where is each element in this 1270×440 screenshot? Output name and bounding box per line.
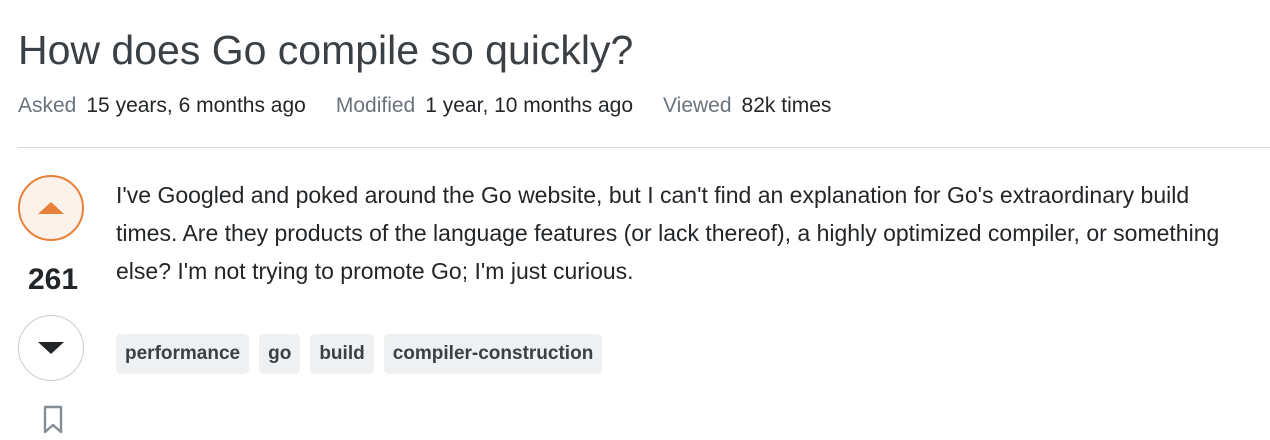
tag-go[interactable]: go	[259, 334, 301, 374]
question-page: How does Go compile so quickly? Asked 15…	[18, 0, 1270, 438]
tag-compiler-construction[interactable]: compiler-construction	[383, 334, 603, 374]
meta-asked: Asked 15 years, 6 months ago	[18, 94, 306, 118]
upvote-button[interactable]	[18, 175, 84, 241]
meta-asked-label: Asked	[18, 94, 77, 117]
tag-build[interactable]: build	[310, 334, 374, 374]
vote-cell: 261	[18, 175, 88, 435]
tag-performance[interactable]: performance	[116, 334, 250, 374]
question-body: I've Googled and poked around the Go web…	[116, 182, 1220, 284]
meta-modified: Modified 1 year, 10 months ago	[336, 94, 633, 118]
caret-up-icon	[38, 202, 64, 214]
meta-asked-value[interactable]: 15 years, 6 months ago	[86, 94, 305, 118]
meta-modified-label: Modified	[335, 94, 416, 117]
meta-viewed: Viewed 82k times	[663, 94, 831, 118]
vote-count: 261	[27, 263, 79, 296]
tag-list: performance go build compiler-constructi…	[116, 334, 603, 374]
question-title[interactable]: How does Go compile so quickly?	[18, 24, 633, 76]
meta-viewed-value: 82k times	[741, 94, 832, 117]
caret-down-icon	[38, 342, 64, 354]
meta-modified-value[interactable]: 1 year, 10 months ago	[425, 94, 633, 118]
question-meta: Asked 15 years, 6 months ago Modified 1 …	[18, 92, 861, 120]
bookmark-button[interactable]	[42, 405, 64, 435]
bookmark-icon	[43, 405, 63, 434]
meta-viewed-label: Viewed	[663, 94, 732, 117]
header-divider	[18, 147, 1270, 148]
downvote-button[interactable]	[18, 315, 84, 381]
